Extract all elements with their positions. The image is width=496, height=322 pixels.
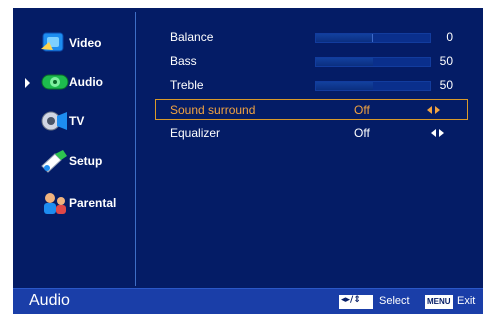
slider-fill bbox=[316, 58, 373, 66]
arrows-glyph: ◂▸/⇕ bbox=[341, 295, 361, 305]
sidebar-item-video[interactable]: Video bbox=[13, 24, 135, 64]
menu-key-label: MENU bbox=[427, 297, 451, 306]
left-arrow-icon[interactable] bbox=[427, 106, 432, 114]
sidebar-item-tv[interactable]: TV bbox=[13, 102, 135, 142]
setting-row-bass[interactable]: Bass 50 bbox=[156, 51, 471, 71]
setting-value: 50 bbox=[439, 54, 453, 68]
audio-icon bbox=[39, 69, 71, 95]
menu-key-icon[interactable]: MENU bbox=[425, 295, 453, 309]
tv-screen: Video Audio TV Setup Parental Balance 0 … bbox=[13, 8, 483, 314]
setting-label: Balance bbox=[170, 30, 214, 44]
setting-label: Equalizer bbox=[170, 126, 221, 140]
sidebar-item-label: TV bbox=[69, 114, 85, 128]
bass-slider[interactable] bbox=[315, 57, 431, 67]
divider bbox=[135, 12, 136, 286]
select-hint: Select bbox=[379, 295, 410, 307]
left-arrow-icon[interactable] bbox=[431, 129, 436, 137]
slider-fill bbox=[316, 82, 373, 90]
video-icon bbox=[39, 30, 71, 56]
right-arrow-icon[interactable] bbox=[435, 106, 440, 114]
sidebar-item-setup[interactable]: Setup bbox=[13, 142, 135, 182]
setting-label: Bass bbox=[170, 54, 197, 68]
exit-hint[interactable]: Exit bbox=[457, 295, 475, 307]
footer-bar: Audio ◂▸/⇕ Select MENU Exit bbox=[13, 288, 483, 314]
setting-row-treble[interactable]: Treble 50 bbox=[156, 75, 471, 95]
page-title: Audio bbox=[29, 292, 70, 309]
left-right-arrows-icon[interactable] bbox=[431, 129, 449, 139]
sidebar-item-audio[interactable]: Audio bbox=[13, 63, 135, 103]
setting-value: Off bbox=[354, 126, 370, 140]
sidebar-item-label: Parental bbox=[69, 196, 117, 210]
tv-icon bbox=[39, 108, 71, 134]
sidebar: Video Audio TV Setup Parental bbox=[13, 8, 135, 288]
right-arrow-icon[interactable] bbox=[439, 129, 444, 137]
setting-row-balance[interactable]: Balance 0 bbox=[156, 27, 471, 47]
sidebar-item-label: Video bbox=[69, 36, 102, 50]
setting-value: Off bbox=[354, 103, 370, 117]
balance-slider[interactable] bbox=[315, 33, 431, 43]
setting-value: 50 bbox=[439, 78, 453, 92]
setting-value: 0 bbox=[446, 30, 453, 44]
setting-row-sound-surround[interactable]: Sound surround Off bbox=[155, 99, 468, 120]
sidebar-item-label: Setup bbox=[69, 154, 103, 168]
parental-icon bbox=[39, 190, 71, 216]
slider-center-tick bbox=[371, 34, 373, 42]
navigation-keys-icon: ◂▸/⇕ bbox=[339, 295, 373, 309]
setting-row-equalizer[interactable]: Equalizer Off bbox=[156, 123, 471, 143]
selected-arrow-icon bbox=[25, 78, 30, 88]
sidebar-item-parental[interactable]: Parental bbox=[13, 184, 135, 224]
treble-slider[interactable] bbox=[315, 81, 431, 91]
setting-label: Sound surround bbox=[170, 103, 256, 117]
setup-icon bbox=[39, 148, 71, 174]
left-right-arrows-icon[interactable] bbox=[427, 106, 445, 116]
slider-fill bbox=[316, 34, 373, 42]
setting-label: Treble bbox=[170, 78, 204, 92]
sidebar-item-label: Audio bbox=[69, 75, 103, 89]
audio-settings-panel: Balance 0 Bass 50 Treble 50 Sound surrou… bbox=[146, 8, 483, 288]
